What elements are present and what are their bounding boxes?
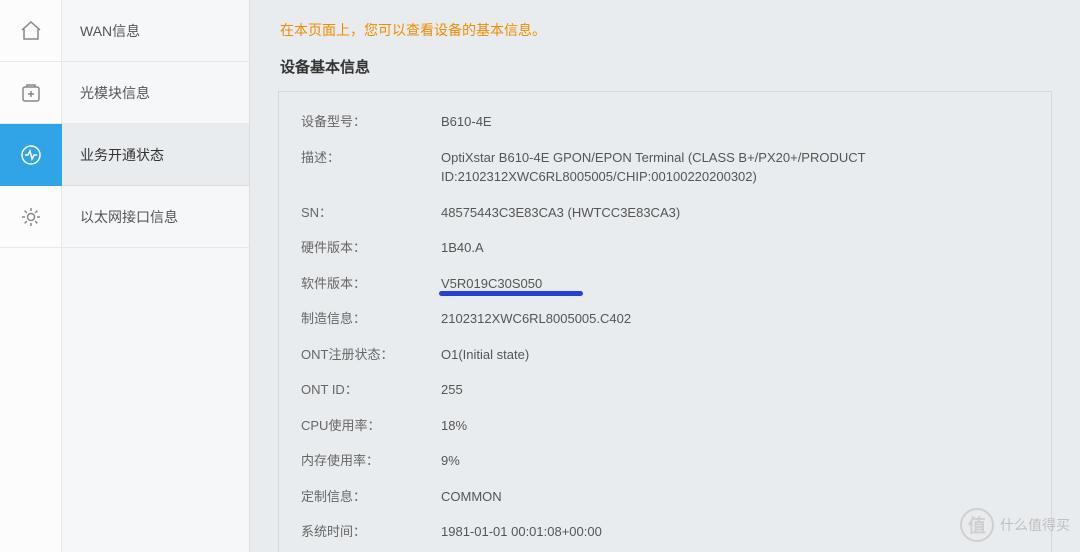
info-row-system-time: 系统时间： 1981-01-01 00:01:08+00:00 (279, 514, 1051, 550)
info-label: ONT ID： (301, 380, 441, 400)
sidebar: WAN信息 光模块信息 业务开通状态 以太网接口信息 (0, 0, 250, 552)
info-value: 9% (441, 451, 1051, 471)
info-row-custom-info: 定制信息： COMMON (279, 479, 1051, 515)
info-value: 18% (441, 416, 1051, 436)
watermark-text: 什么值得买 (1000, 515, 1070, 535)
section-title: 设备基本信息 (250, 56, 1080, 91)
highlight-underline (439, 291, 583, 296)
sidebar-item-wan-info[interactable]: WAN信息 (0, 0, 249, 62)
info-row-hardware-version: 硬件版本： 1B40.A (279, 230, 1051, 266)
sidebar-item-optical-module[interactable]: 光模块信息 (0, 62, 249, 124)
watermark-logo: 值 (960, 508, 994, 542)
info-value: V5R019C30S050 (441, 274, 1051, 294)
info-row-manufacture-info: 制造信息： 2102312XWC6RL8005005.C402 (279, 301, 1051, 337)
gear-icon (0, 186, 62, 248)
info-value: OptiXstar B610-4E GPON/EPON Terminal (CL… (441, 148, 1051, 187)
info-label: 系统时间： (301, 522, 441, 542)
info-label: SN： (301, 203, 441, 223)
content-area: 在本页面上，您可以查看设备的基本信息。 设备基本信息 设备型号： B610-4E… (250, 0, 1080, 552)
sidebar-item-service-status[interactable]: 业务开通状态 (0, 124, 249, 186)
activity-icon (0, 124, 62, 186)
info-label: 制造信息： (301, 309, 441, 329)
info-label: 软件版本： (301, 274, 441, 294)
watermark: 值 什么值得买 (960, 508, 1070, 542)
info-label: CPU使用率： (301, 416, 441, 436)
info-value: COMMON (441, 487, 1051, 507)
sidebar-item-label: WAN信息 (62, 0, 249, 62)
info-row-ont-reg-status: ONT注册状态： O1(Initial state) (279, 337, 1051, 373)
info-row-model: 设备型号： B610-4E (279, 104, 1051, 140)
info-label: ONT注册状态： (301, 345, 441, 365)
info-row-software-version: 软件版本： V5R019C30S050 (279, 266, 1051, 302)
info-label: 硬件版本： (301, 238, 441, 258)
sidebar-item-label: 以太网接口信息 (62, 186, 249, 248)
plus-box-icon (0, 62, 62, 124)
info-value: B610-4E (441, 112, 1051, 132)
sidebar-item-label: 光模块信息 (62, 62, 249, 124)
info-label: 描述： (301, 148, 441, 187)
sidebar-item-label: 业务开通状态 (62, 124, 249, 186)
info-row-description: 描述： OptiXstar B610-4E GPON/EPON Terminal… (279, 140, 1051, 195)
home-icon (0, 0, 62, 62)
info-row-memory-usage: 内存使用率： 9% (279, 443, 1051, 479)
page-description: 在本页面上，您可以查看设备的基本信息。 (250, 0, 1080, 56)
info-row-cpu-usage: CPU使用率： 18% (279, 408, 1051, 444)
info-label: 内存使用率： (301, 451, 441, 471)
device-info-panel: 设备型号： B610-4E 描述： OptiXstar B610-4E GPON… (278, 91, 1052, 552)
sidebar-item-ethernet-info[interactable]: 以太网接口信息 (0, 186, 249, 248)
info-value: 48575443C3E83CA3 (HWTCC3E83CA3) (441, 203, 1051, 223)
info-value: 2102312XWC6RL8005005.C402 (441, 309, 1051, 329)
info-label: 定制信息： (301, 487, 441, 507)
sidebar-spacer (0, 248, 249, 552)
info-value: 255 (441, 380, 1051, 400)
info-row-sn: SN： 48575443C3E83CA3 (HWTCC3E83CA3) (279, 195, 1051, 231)
info-value: 1B40.A (441, 238, 1051, 258)
software-version-text: V5R019C30S050 (441, 276, 542, 291)
info-label: 设备型号： (301, 112, 441, 132)
info-value: O1(Initial state) (441, 345, 1051, 365)
info-row-ont-id: ONT ID： 255 (279, 372, 1051, 408)
